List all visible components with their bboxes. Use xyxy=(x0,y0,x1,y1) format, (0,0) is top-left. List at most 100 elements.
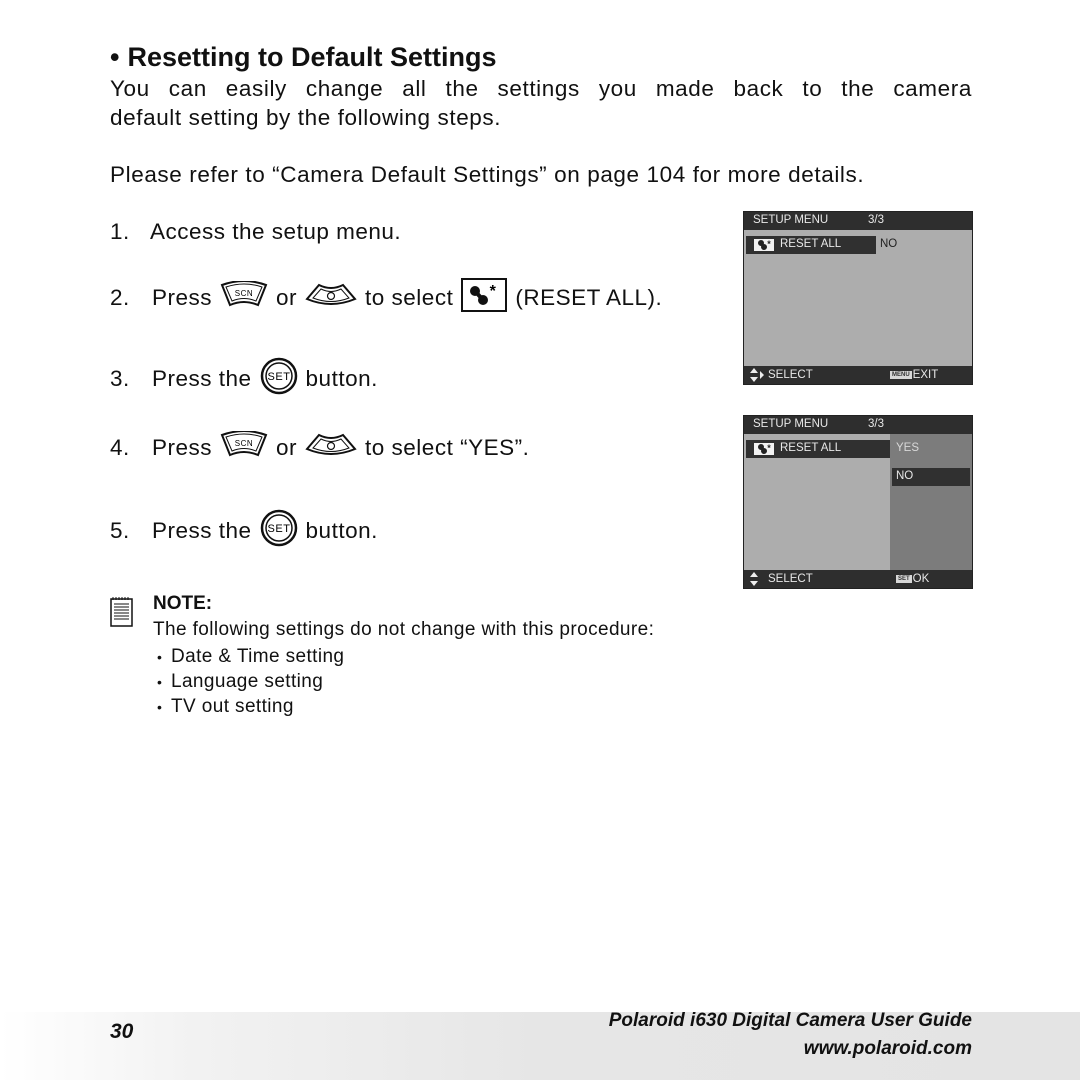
list-item-text: Language setting xyxy=(171,670,324,692)
word: You xyxy=(110,76,150,101)
svg-text:SET: SET xyxy=(267,371,290,383)
step-text: Press xyxy=(152,435,213,460)
step-text: button. xyxy=(305,366,378,391)
set-key-icon: SET xyxy=(896,574,912,583)
step-text: to select xyxy=(365,285,454,310)
lcd-menu-item-label: RESET ALL xyxy=(780,238,842,250)
step-text: Press xyxy=(152,285,213,310)
lcd-header: SETUP MENU 3/3 xyxy=(744,212,972,230)
lcd-header: SETUP MENU 3/3 xyxy=(744,416,972,434)
lcd-menu-item-label: RESET ALL xyxy=(780,442,842,454)
list-item: • TV out setting xyxy=(157,694,344,719)
website-link[interactable]: www.polaroid.com xyxy=(804,1038,972,1060)
note-text: The following settings do not change wit… xyxy=(153,619,655,640)
step-number: 5. xyxy=(110,518,130,543)
note-icon xyxy=(110,596,134,633)
word: can xyxy=(168,76,207,101)
step-4: 4. Press SCN or to select “YES”. xyxy=(110,430,531,465)
set-button-icon: SET xyxy=(260,356,298,402)
self-timer-button-icon xyxy=(305,281,357,315)
word: all xyxy=(402,76,427,101)
step-text: Press the xyxy=(152,366,252,391)
lcd-menu-item-value: NO xyxy=(880,238,898,250)
lcd-header-title: SETUP MENU xyxy=(753,214,829,226)
step-text: (RESET ALL). xyxy=(515,285,663,310)
word: camera xyxy=(893,76,972,101)
svg-text:SCN: SCN xyxy=(235,439,253,448)
bullet: • xyxy=(157,673,163,690)
lcd-page-indicator: 3/3 xyxy=(868,418,884,430)
step-5: 5. Press the SET button. xyxy=(110,508,380,554)
scn-button-icon: SCN xyxy=(220,280,268,315)
word: the xyxy=(445,76,479,101)
word: change xyxy=(305,76,384,101)
page-number: 30 xyxy=(110,1020,134,1043)
svg-text:SCN: SCN xyxy=(235,289,253,298)
lcd-footer-exit-label: EXIT xyxy=(912,369,939,381)
title-text: Resetting to Default Settings xyxy=(127,42,497,72)
step-text: to select “YES”. xyxy=(365,435,530,460)
up-down-arrow-icon xyxy=(749,572,761,589)
step-number: 1. xyxy=(110,219,130,244)
section-title: • Resetting to Default Settings xyxy=(110,42,496,73)
note-list: • Date & Time setting • Language setting •… xyxy=(157,644,344,719)
step-3: 3. Press the SET button. xyxy=(110,356,380,402)
intro-line-1: You can easily change all the settings y… xyxy=(110,76,972,102)
lcd-page-indicator: 3/3 xyxy=(868,214,884,226)
word: the xyxy=(841,76,875,101)
lcd-footer-select: SELECT xyxy=(768,573,813,585)
list-item: • Date & Time setting xyxy=(157,644,344,669)
intro-line-2: default setting by the following steps. xyxy=(110,105,502,130)
lcd-footer: SELECT MENU EXIT xyxy=(744,366,972,384)
lcd-footer-ok-label: OK xyxy=(912,573,930,585)
lcd-option-no: NO xyxy=(896,470,914,482)
lcd-options-panel xyxy=(890,434,972,570)
title-bullet: • xyxy=(110,42,120,72)
word: you xyxy=(598,76,637,101)
lcd-option-yes: YES xyxy=(896,442,920,454)
word: settings xyxy=(497,76,580,101)
list-item: • Language setting xyxy=(157,669,344,694)
step-2: 2. Press SCN or to select * (RESET ALL). xyxy=(110,278,664,318)
lcd-footer: SELECT SET OK xyxy=(744,570,972,588)
set-button-icon: SET xyxy=(260,508,298,554)
word: made xyxy=(655,76,715,101)
word: easily xyxy=(225,76,287,101)
lcd-header-title: SETUP MENU xyxy=(753,418,829,430)
note-title: NOTE: xyxy=(153,593,213,614)
step-text: button. xyxy=(305,518,378,543)
lcd-screen-reset-all: SETUP MENU 3/3 * RESET ALL NO SELECT MEN… xyxy=(743,211,973,385)
svg-text:*: * xyxy=(490,283,497,300)
reset-all-icon: * xyxy=(754,443,774,455)
step-number: 4. xyxy=(110,435,130,460)
word: to xyxy=(802,76,823,101)
svg-text:*: * xyxy=(767,443,771,453)
lcd-footer-select: SELECT xyxy=(768,369,813,381)
step-number: 2. xyxy=(110,285,130,310)
bullet: • xyxy=(157,698,163,715)
list-item-text: Date & Time setting xyxy=(171,645,345,667)
word: back xyxy=(733,76,784,101)
step-text: or xyxy=(276,285,298,310)
guide-title: Polaroid i630 Digital Camera User Guide xyxy=(608,1010,972,1031)
scn-button-icon: SCN xyxy=(220,430,268,465)
step-text: Press the xyxy=(152,518,252,543)
lcd-footer-exit: MENU EXIT xyxy=(890,369,938,381)
lcd-footer-ok: SET OK xyxy=(896,573,929,585)
lcd-menu-item: * RESET ALL xyxy=(746,236,876,254)
step-1: 1. Access the setup menu. xyxy=(110,219,401,245)
reset-all-icon: * xyxy=(754,239,774,251)
menu-key-icon: MENU xyxy=(890,370,912,379)
four-way-arrow-icon xyxy=(749,368,765,385)
reference-text: Please refer to “Camera Default Settings… xyxy=(110,162,865,187)
reset-all-icon: * xyxy=(461,278,508,318)
svg-text:SET: SET xyxy=(267,523,290,535)
bullet: • xyxy=(157,648,163,665)
step-number: 3. xyxy=(110,366,130,391)
step-text: or xyxy=(276,435,298,460)
self-timer-button-icon xyxy=(305,431,357,465)
list-item-text: TV out setting xyxy=(171,695,294,717)
lcd-menu-item: * RESET ALL xyxy=(746,440,890,458)
step-text: Access the setup menu. xyxy=(150,219,402,244)
svg-text:*: * xyxy=(767,239,771,249)
